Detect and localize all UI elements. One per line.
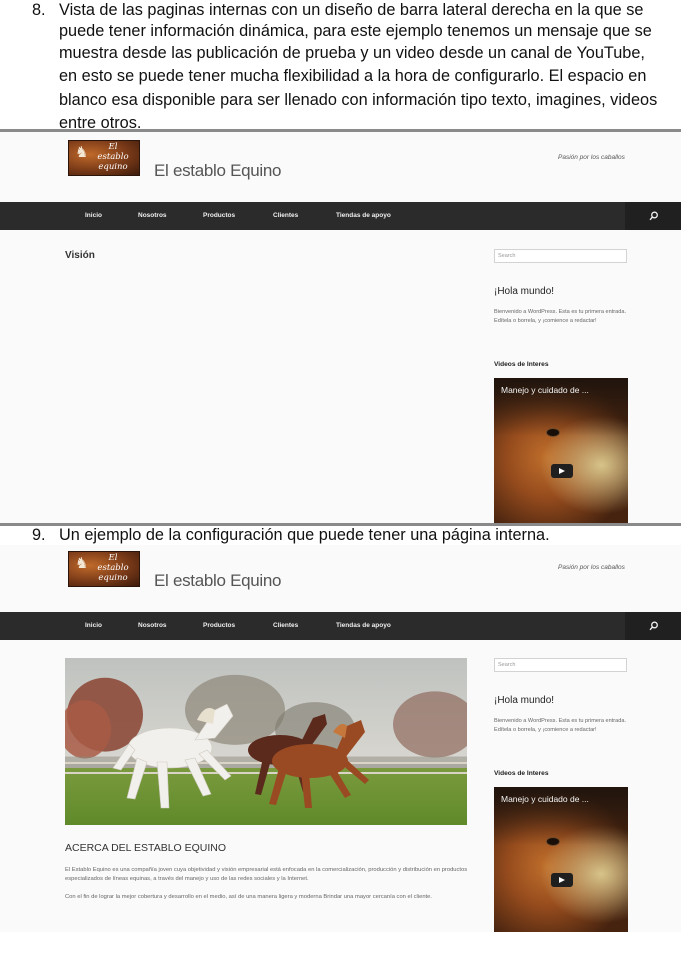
item-8-line: Vista de las paginas internas con un dis… [59,1,644,19]
nav-item-inicio[interactable]: Inicio [85,612,102,640]
horse-logo-icon: ♞ [75,554,89,572]
play-button[interactable] [551,464,573,478]
site-logo[interactable]: ♞ El establo equino [68,140,140,176]
nav-item-productos[interactable]: Productos [203,202,235,230]
item-9-text: 9. Un ejemplo de la configuración que pu… [0,526,681,546]
page-title: Visión [65,250,95,261]
videos-section-title: Videos de Interes [494,361,549,368]
horse-eye-image [546,837,560,846]
item-8-line: muestra desde las publicación de prueba … [59,44,645,62]
video-title[interactable]: Manejo y cuidado de ... [501,385,589,395]
widget-text: Bienvenido a WordPress. Esta es tu prime… [494,718,627,733]
horse-logo-icon: ♞ [75,143,89,161]
sidebar-search-input[interactable]: Search [494,658,627,672]
logo-text: El establo equino [97,142,129,172]
item-8-line: puede tener información dinámica, para e… [59,22,652,40]
youtube-video-player[interactable]: Manejo y cuidado de ... [494,378,628,523]
nav-item-nosotros[interactable]: Nosotros [138,202,167,230]
widget-title[interactable]: ¡Hola mundo! [494,286,554,297]
content-title: ACERCA DEL ESTABLO EQUINO [65,842,227,854]
screenshot-1: ♞ El establo equino El establo Equino Pa… [0,132,681,523]
screenshot-2: ♞ El establo equino El establo Equino Pa… [0,545,681,932]
item-8-number: 8. [32,1,46,19]
videos-section-title: Videos de Interes [494,770,549,777]
horses-illustration [112,703,369,809]
play-button[interactable] [551,873,573,887]
nav-item-tiendas-de-apoyo[interactable]: Tiendas de apoyo [336,202,391,230]
content-paragraph-2: Con el fin de lograr la mejor cobertura … [65,894,433,900]
nav-search-button[interactable] [625,202,681,230]
nav-item-inicio[interactable]: Inicio [85,202,102,230]
item-9-number: 9. [32,526,46,544]
site-title[interactable]: El establo Equino [154,161,282,181]
site-tagline: Pasión por los caballos [558,154,625,161]
nav-item-clientes[interactable]: Clientes [273,612,298,640]
item-9-line: Un ejemplo de la configuración que puede… [59,526,550,544]
main-navbar: Inicio Nosotros Productos Clientes Tiend… [0,612,681,640]
play-icon [559,877,565,883]
content-paragraph-1: El Establo Equino es una compañía joven … [65,867,468,882]
item-8-line: blanco esa disponible para ser llenado c… [59,91,658,109]
horses-hero-image [65,658,467,825]
search-icon [649,621,658,631]
sidebar-search-input[interactable]: Search [494,249,627,263]
nav-item-nosotros[interactable]: Nosotros [138,612,167,640]
site-logo[interactable]: ♞ El establo equino [68,551,140,587]
site-title[interactable]: El establo Equino [154,571,282,591]
logo-text: El establo equino [97,553,129,583]
main-navbar: Inicio Nosotros Productos Clientes Tiend… [0,202,681,230]
site-tagline: Pasión por los caballos [558,564,625,571]
video-title[interactable]: Manejo y cuidado de ... [501,794,589,804]
widget-title[interactable]: ¡Hola mundo! [494,695,554,706]
youtube-video-player[interactable]: Manejo y cuidado de ... [494,787,628,932]
widget-text: Bienvenido a WordPress. Esta es tu prime… [494,309,627,324]
item-8-text: 8. Vista de las paginas internas con un … [0,0,681,132]
nav-item-tiendas-de-apoyo[interactable]: Tiendas de apoyo [336,612,391,640]
nav-search-button[interactable] [625,612,681,640]
nav-item-productos[interactable]: Productos [203,612,235,640]
horse-eye-image [546,428,560,437]
nav-item-clientes[interactable]: Clientes [273,202,298,230]
item-8-line: en esto se puede tener mucha flexibilida… [59,67,647,85]
search-icon [649,211,658,221]
play-icon [559,468,565,474]
